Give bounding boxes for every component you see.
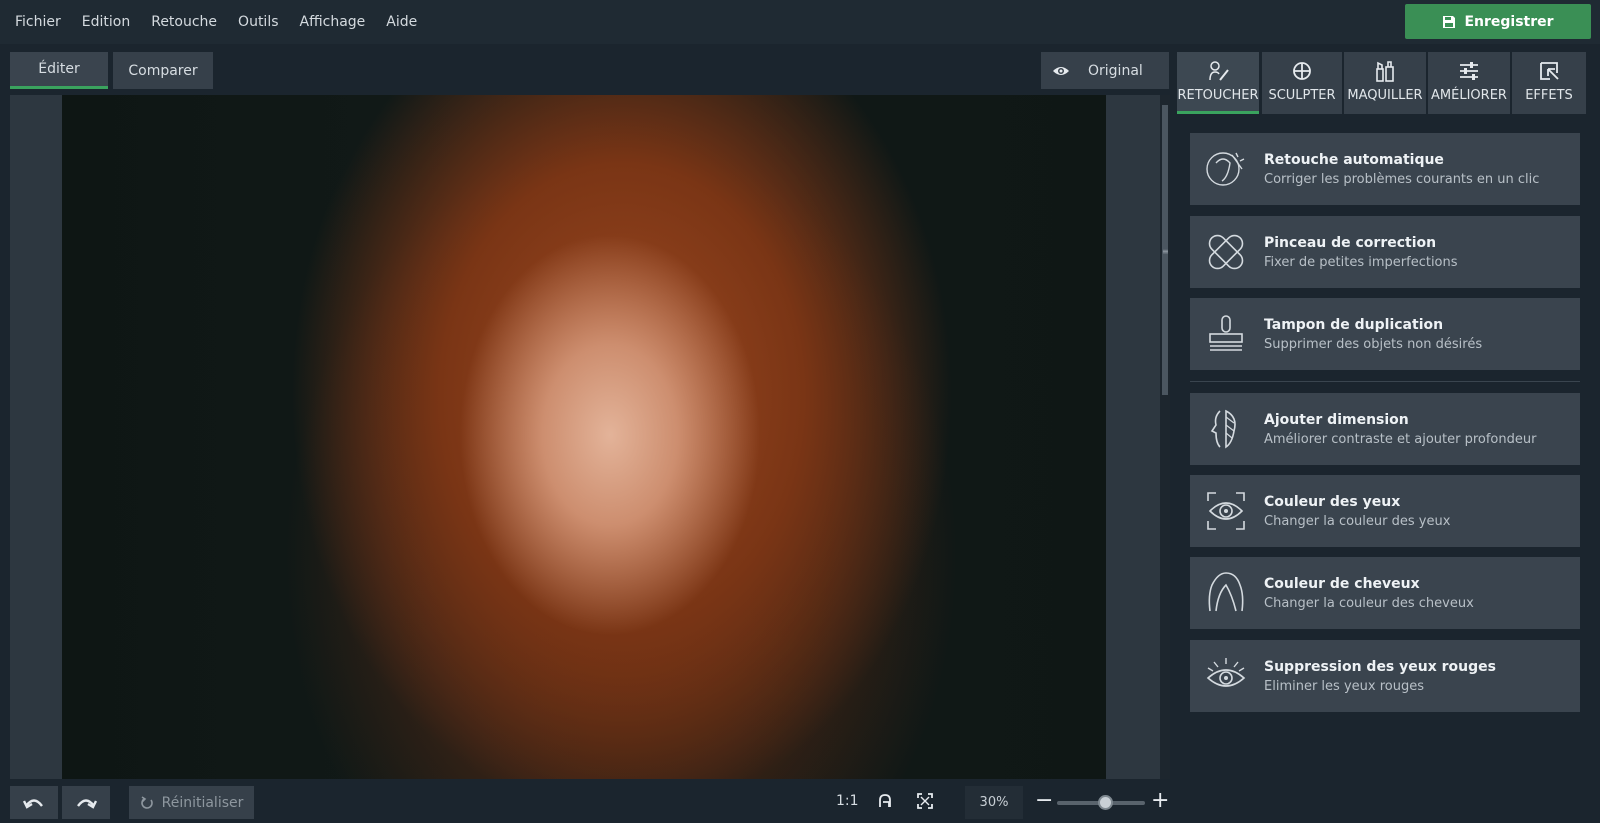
tab-ameliorer[interactable]: AMÉLIORER — [1428, 52, 1510, 114]
tool-title: Couleur des yeux — [1264, 493, 1401, 510]
tool-title: Pinceau de correction — [1264, 234, 1437, 251]
tool-title: Couleur de cheveux — [1264, 575, 1420, 592]
tool-hair-color[interactable]: Couleur de cheveux Changer la couleur de… — [1190, 557, 1580, 629]
actual-size-button[interactable]: 1:1 — [836, 793, 859, 809]
tool-subtitle: Améliorer contraste et ajouter profondeu… — [1264, 431, 1537, 447]
bottom-toolbar: Réinitialiser 1:1 30% − + — [0, 780, 1176, 823]
tab-sculpter-label: SCULPTER — [1268, 88, 1336, 103]
redo-button[interactable] — [62, 786, 110, 819]
tab-maquiller[interactable]: MAQUILLER — [1344, 52, 1426, 114]
zoom-slider-handle[interactable] — [1097, 795, 1113, 810]
menu-bar: Fichier Edition Retouche Outils Affichag… — [0, 0, 1600, 44]
tab-retoucher[interactable]: RETOUCHER — [1177, 52, 1259, 114]
vertical-scrollbar[interactable]: ≡ — [1160, 95, 1170, 779]
fit-screen-icon[interactable] — [917, 793, 933, 809]
divider — [1190, 381, 1580, 382]
tool-subtitle: Changer la couleur des yeux — [1264, 513, 1451, 529]
tool-healing-brush[interactable]: Pinceau de correction Fixer de petites i… — [1190, 216, 1580, 288]
makeup-icon — [1376, 61, 1394, 82]
sliders-icon — [1460, 62, 1478, 80]
save-label: Enregistrer — [1464, 13, 1554, 30]
tool-subtitle: Supprimer des objets non désirés — [1264, 336, 1483, 352]
tab-edit[interactable]: Éditer — [10, 52, 108, 89]
tool-add-dimension[interactable]: Ajouter dimension Améliorer contraste et… — [1190, 393, 1580, 465]
floppy-disk-icon — [1443, 15, 1456, 28]
retouch-brush-icon — [1209, 61, 1229, 81]
sculpt-icon — [1293, 62, 1311, 80]
zoom-in-button[interactable]: + — [1151, 789, 1169, 813]
hair-icon — [1204, 571, 1248, 615]
tool-subtitle: Changer la couleur des cheveux — [1264, 595, 1474, 611]
scrollbar-grip-icon: ≡ — [1162, 247, 1169, 256]
tool-clone-stamp[interactable]: Tampon de duplication Supprimer des obje… — [1190, 298, 1580, 370]
menu-outils[interactable]: Outils — [238, 14, 278, 30]
zoom-value[interactable]: 30% — [965, 786, 1023, 819]
red-eye-icon — [1204, 654, 1248, 698]
zoom-out-button[interactable]: − — [1035, 789, 1053, 813]
redo-icon — [77, 798, 97, 809]
effects-icon — [1540, 62, 1559, 80]
original-toggle-button[interactable]: Original — [1041, 52, 1169, 89]
menu-fichier[interactable]: Fichier — [15, 14, 61, 30]
tab-maquiller-label: MAQUILLER — [1347, 88, 1423, 103]
tab-ameliorer-label: AMÉLIORER — [1431, 88, 1507, 103]
tool-red-eye-removal[interactable]: Suppression des yeux rouges Eliminer les… — [1190, 640, 1580, 712]
undo-icon — [23, 798, 43, 809]
tab-effets-label: EFFETS — [1525, 88, 1573, 103]
portrait-photo — [62, 95, 1106, 779]
save-button[interactable]: Enregistrer — [1405, 4, 1591, 39]
tool-auto-retouch[interactable]: Retouche automatique Corriger les problè… — [1190, 133, 1580, 205]
menu-retouche[interactable]: Retouche — [151, 14, 217, 30]
menu-aide[interactable]: Aide — [386, 14, 417, 30]
tool-title: Suppression des yeux rouges — [1264, 658, 1496, 675]
tool-title: Ajouter dimension — [1264, 411, 1409, 428]
tab-retoucher-label: RETOUCHER — [1177, 88, 1259, 103]
tab-effets[interactable]: EFFETS — [1512, 52, 1586, 114]
reset-label: Réinitialiser — [161, 794, 244, 811]
undo-button[interactable] — [10, 786, 58, 819]
eye-focus-icon — [1204, 489, 1248, 533]
tool-title: Retouche automatique — [1264, 151, 1444, 168]
tool-eye-color[interactable]: Couleur des yeux Changer la couleur des … — [1190, 475, 1580, 547]
auto-retouch-icon — [1204, 147, 1248, 191]
tab-compare[interactable]: Comparer — [113, 52, 213, 89]
tool-subtitle: Eliminer les yeux rouges — [1264, 678, 1424, 694]
bandage-icon — [1204, 230, 1248, 274]
view-toolbar: Éditer Comparer Original — [0, 44, 1176, 94]
tab-sculpter[interactable]: SCULPTER — [1262, 52, 1342, 114]
menu-edition[interactable]: Edition — [82, 14, 130, 30]
reset-button[interactable]: Réinitialiser — [129, 786, 254, 819]
face-fit-icon[interactable] — [877, 793, 893, 809]
tool-title: Tampon de duplication — [1264, 316, 1444, 333]
canvas-area[interactable]: ≡ — [10, 95, 1170, 779]
tools-panel: RETOUCHER SCULPTER MAQUILLER AMÉLIORER E… — [1176, 44, 1600, 823]
menu-affichage[interactable]: Affichage — [300, 14, 366, 30]
tool-subtitle: Fixer de petites imperfections — [1264, 254, 1458, 270]
eye-icon — [1053, 66, 1069, 75]
reset-icon — [140, 795, 153, 809]
tool-subtitle: Corriger les problèmes courants en un cl… — [1264, 171, 1540, 187]
stamp-icon — [1204, 312, 1248, 356]
face-dimension-icon — [1204, 407, 1248, 451]
original-label: Original — [1088, 62, 1143, 79]
